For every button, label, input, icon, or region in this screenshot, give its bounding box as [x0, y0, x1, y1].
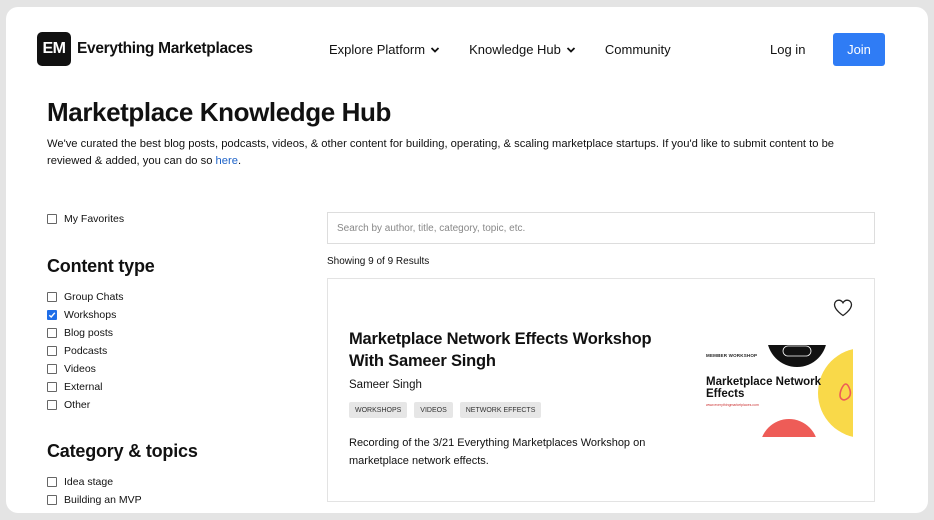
checkbox[interactable] — [47, 400, 57, 410]
filter-my-favorites[interactable]: My Favorites — [47, 210, 124, 228]
filter-label: Building an MVP — [64, 494, 142, 506]
nav-explore-platform[interactable]: Explore Platform — [329, 42, 440, 57]
filter-label: Workshops — [64, 309, 117, 321]
checkbox[interactable] — [47, 477, 57, 487]
nav-community-label: Community — [604, 42, 671, 57]
filter-label: Videos — [64, 363, 96, 375]
filter-building-an-mvp[interactable]: Building an MVP — [47, 491, 142, 509]
filter-label: External — [64, 381, 103, 393]
content-type-filters: Group Chats Workshops Blog posts Podcast… — [47, 288, 124, 414]
filter-label: Other — [64, 399, 91, 411]
card-tags: WORKSHOPS VIDEOS NETWORK EFFECTS — [349, 402, 548, 418]
intro-end: . — [237, 155, 242, 167]
browser-viewport: EM Everything Marketplaces Explore Platf… — [6, 7, 928, 513]
checkbox[interactable] — [47, 382, 57, 392]
intro-body: We've curated the best blog posts, podca… — [47, 138, 835, 167]
filter-other[interactable]: Other — [47, 396, 124, 414]
filter-blog-posts[interactable]: Blog posts — [47, 324, 124, 342]
content-card[interactable]: Marketplace Network Effects Workshop Wit… — [327, 278, 875, 502]
search-input[interactable]: Search by author, title, category, topic… — [327, 212, 875, 244]
tag[interactable]: WORKSHOPS — [349, 402, 408, 418]
filter-videos[interactable]: Videos — [47, 360, 124, 378]
filter-label: Group Chats — [64, 291, 124, 303]
chevron-down-icon — [430, 46, 440, 53]
tag[interactable]: NETWORK EFFECTS — [459, 402, 542, 418]
nav-explore-platform-label: Explore Platform — [329, 42, 426, 57]
filter-external[interactable]: External — [47, 378, 124, 396]
submit-content-link[interactable]: here — [216, 155, 238, 167]
tag[interactable]: VIDEOS — [414, 402, 453, 418]
nav-knowledge-hub[interactable]: Knowledge Hub — [469, 42, 576, 57]
join-button[interactable]: Join — [833, 33, 885, 66]
results-count: Showing 9 of 9 Results — [327, 256, 430, 267]
checkbox[interactable] — [47, 495, 57, 505]
heart-outline-icon[interactable] — [833, 299, 853, 317]
thumbnail-red-circle — [762, 419, 816, 437]
filter-label: Podcasts — [64, 345, 108, 357]
checkbox[interactable] — [47, 364, 57, 374]
nav-community[interactable]: Community — [605, 42, 671, 57]
filter-group-chats[interactable]: Group Chats — [47, 288, 124, 306]
content-type-heading: Content type — [47, 256, 155, 276]
filter-label: Blog posts — [64, 327, 114, 339]
filter-label: Idea stage — [64, 476, 114, 488]
checkbox[interactable] — [47, 214, 57, 224]
card-author: Sameer Singh — [349, 379, 422, 391]
logo-mark: EM — [37, 32, 71, 66]
card-description: Recording of the 3/21 Everything Marketp… — [349, 437, 646, 467]
nav-knowledge-hub-label: Knowledge Hub — [469, 42, 561, 57]
filter-podcasts[interactable]: Podcasts — [47, 342, 124, 360]
checkbox[interactable] — [47, 328, 57, 338]
page-title: Marketplace Knowledge Hub — [47, 97, 391, 127]
category-topics-heading: Category & topics — [47, 441, 198, 461]
checkbox[interactable] — [47, 346, 57, 356]
logo-text: Everything Marketplaces — [77, 40, 253, 57]
filter-idea-stage[interactable]: Idea stage — [47, 473, 142, 491]
main-nav: Explore Platform Knowledge Hub Community — [329, 42, 700, 57]
card-thumbnail[interactable]: MEMBER WORKSHOP Marketplace Network Effe… — [703, 345, 853, 437]
filter-workshops[interactable]: Workshops — [47, 306, 124, 324]
filter-label: My Favorites — [64, 213, 125, 225]
card-title[interactable]: Marketplace Network Effects Workshop Wit… — [349, 328, 689, 372]
site-logo[interactable]: EM Everything Marketplaces — [37, 32, 253, 66]
intro-text: We've curated the best blog posts, podca… — [47, 136, 867, 170]
thumbnail-kicker: MEMBER WORKSHOP — [706, 353, 758, 358]
thumbnail-url: www.everythingmarketplaces.com — [706, 403, 759, 407]
thumbnail-title: Marketplace Network Effects — [706, 376, 822, 400]
category-filters: Idea stage Building an MVP — [47, 473, 142, 509]
chevron-down-icon — [566, 46, 576, 53]
login-link[interactable]: Log in — [770, 42, 805, 57]
checkbox[interactable] — [47, 292, 57, 302]
checkbox-checked[interactable] — [47, 310, 57, 320]
